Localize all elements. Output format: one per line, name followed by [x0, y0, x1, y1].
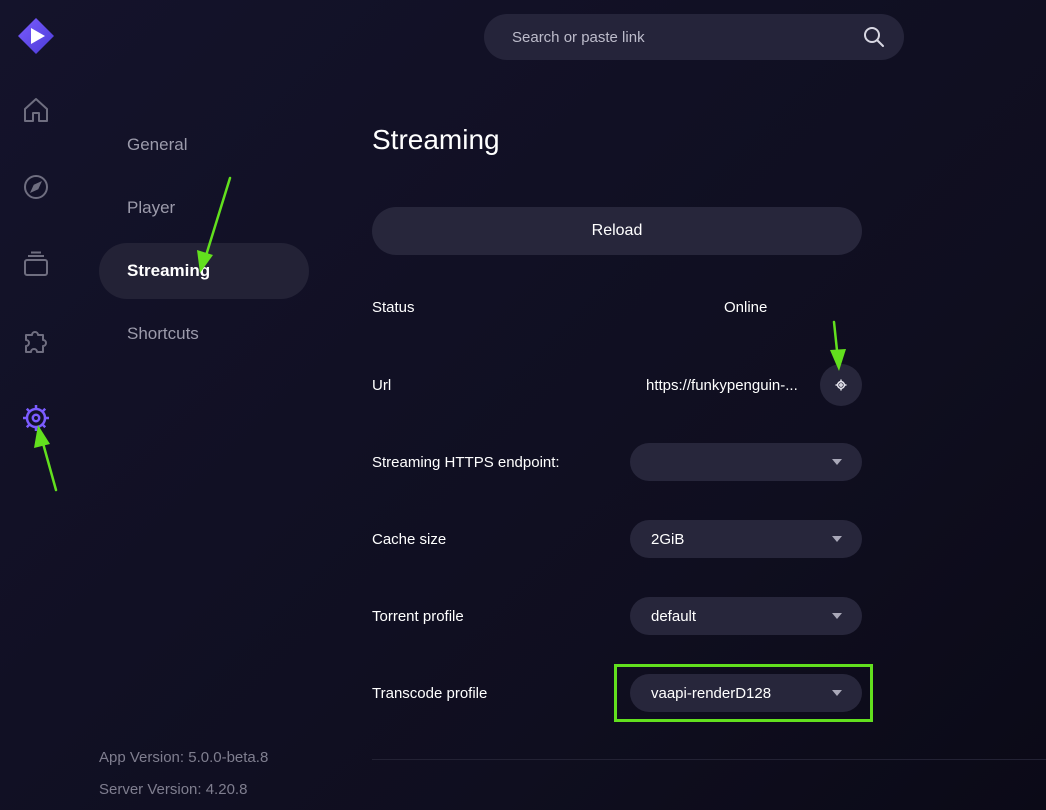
library-icon[interactable] [18, 246, 54, 282]
nav-item-shortcuts[interactable]: Shortcuts [99, 306, 309, 362]
section-divider [372, 759, 1046, 760]
status-label: Status [372, 299, 415, 316]
nav-item-streaming[interactable]: Streaming [99, 243, 309, 299]
page-title: Streaming [372, 124, 500, 155]
server-version: Server Version: 4.20.8 [99, 781, 248, 798]
status-value: Online [724, 299, 768, 316]
cache-size-label: Cache size [372, 531, 447, 548]
reload-button[interactable]: Reload [372, 207, 862, 255]
torrent-profile-label: Torrent profile [372, 608, 464, 625]
chevron-down-icon [832, 613, 842, 619]
search-input[interactable] [512, 28, 862, 46]
url-configure-button[interactable] [820, 364, 862, 406]
gear-icon [835, 379, 847, 391]
gear-icon[interactable] [18, 400, 54, 436]
endpoint-select[interactable] [630, 443, 862, 481]
cache-size-select[interactable]: 2GiB [630, 520, 862, 558]
url-value: https://funkypenguin-... [646, 377, 798, 394]
endpoint-label: Streaming HTTPS endpoint: [372, 454, 560, 471]
play-logo-icon[interactable] [18, 18, 54, 54]
transcode-profile-label: Transcode profile [372, 685, 488, 702]
chevron-down-icon [832, 459, 842, 465]
sidebar-rail [0, 0, 72, 810]
annotation-highlight-box [614, 664, 873, 722]
search-icon[interactable] [862, 25, 886, 49]
torrent-profile-select[interactable]: default [630, 597, 862, 635]
app-version: App Version: 5.0.0-beta.8 [99, 749, 269, 766]
puzzle-icon[interactable] [18, 323, 54, 359]
nav-item-player[interactable]: Player [99, 180, 309, 236]
torrent-profile-value: default [651, 607, 697, 625]
compass-icon[interactable] [18, 169, 54, 205]
url-label: Url [372, 377, 392, 394]
nav-item-general[interactable]: General [99, 117, 309, 173]
chevron-down-icon [832, 536, 842, 542]
home-icon[interactable] [18, 92, 54, 128]
search-bar[interactable] [484, 14, 904, 60]
cache-size-value: 2GiB [651, 530, 685, 548]
